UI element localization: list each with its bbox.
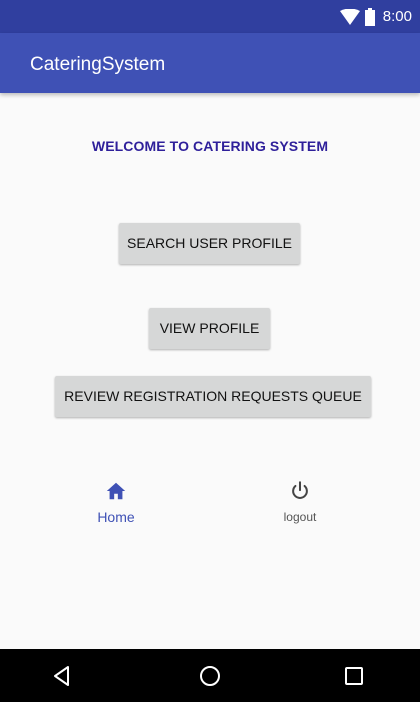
bottom-nav-home[interactable]: Home xyxy=(61,478,171,534)
back-icon[interactable] xyxy=(48,662,76,690)
welcome-heading: WELCOME TO CATERING SYSTEM xyxy=(91,138,329,154)
home-icon xyxy=(106,482,126,500)
recents-icon[interactable] xyxy=(340,662,368,690)
view-profile-button[interactable]: VIEW PROFILE xyxy=(149,308,270,349)
status-time: 8:00 xyxy=(382,8,412,25)
home-circle-icon[interactable] xyxy=(196,662,224,690)
app-bar: CateringSystem xyxy=(0,33,420,93)
bottom-nav-logout-label: logout xyxy=(283,510,317,524)
status-icons: 8:00 xyxy=(339,0,412,33)
system-navigation-bar xyxy=(0,649,420,702)
status-bar: 8:00 xyxy=(0,0,420,33)
app-title: CateringSystem xyxy=(30,54,166,75)
bottom-nav-logout[interactable]: logout xyxy=(245,478,355,534)
bottom-nav-home-label: Home xyxy=(97,509,135,525)
review-registration-requests-button[interactable]: REVIEW REGISTRATION REQUESTS QUEUE xyxy=(55,376,371,417)
wifi-icon xyxy=(339,8,360,25)
search-user-profile-button[interactable]: SEARCH USER PROFILE xyxy=(119,223,300,264)
battery-icon xyxy=(364,7,375,26)
power-icon xyxy=(292,481,308,499)
